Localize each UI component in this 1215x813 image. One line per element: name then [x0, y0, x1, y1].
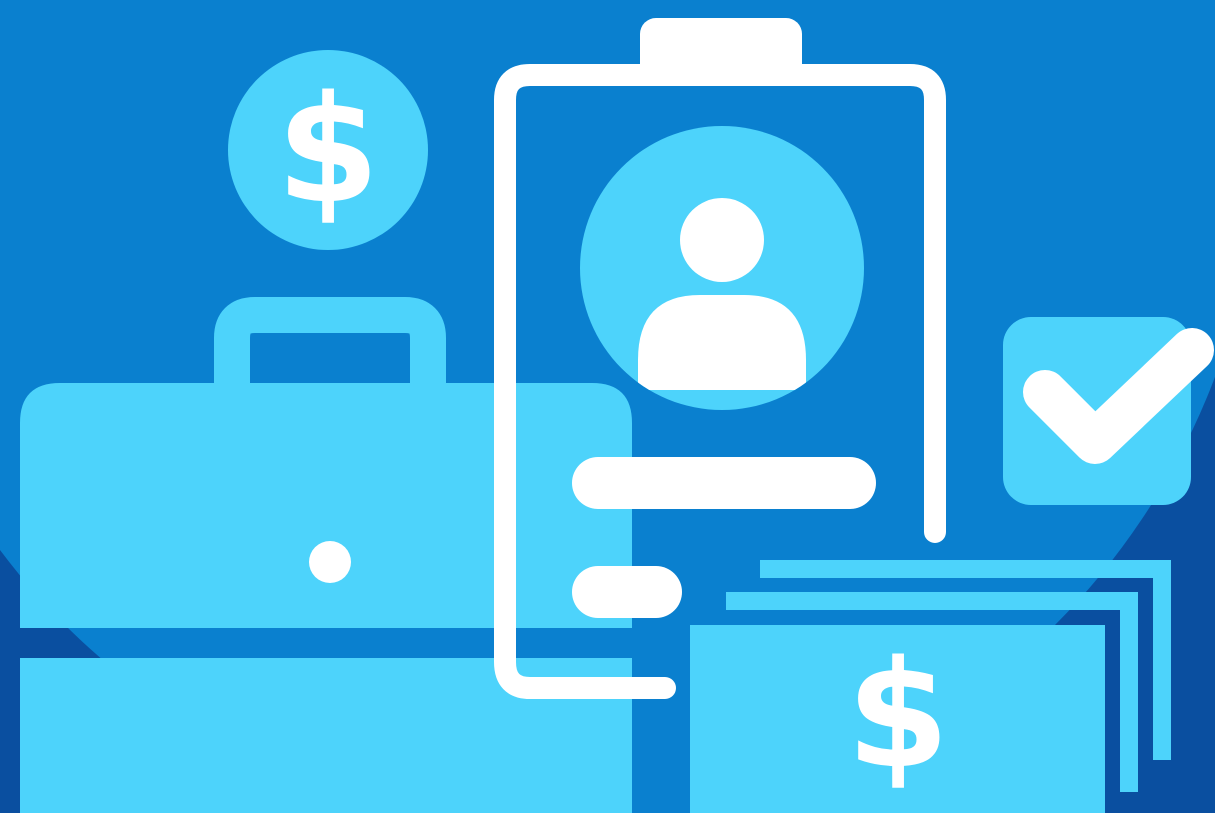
checkmark-icon	[1003, 317, 1214, 505]
illustration-canvas: $ $	[0, 0, 1215, 813]
briefcase-body-top	[20, 383, 632, 628]
hr-payroll-illustration: $ $	[0, 0, 1215, 813]
avatar-body	[638, 295, 806, 390]
briefcase-icon	[20, 297, 632, 813]
banknote-stack-icon: $	[690, 560, 1171, 813]
clipboard-line-2	[572, 566, 682, 618]
clipboard-line-1	[572, 457, 876, 509]
banknote-dollar-sign: $	[847, 629, 950, 801]
avatar-head	[680, 198, 764, 282]
coin-dollar-sign: $	[277, 64, 380, 236]
user-avatar-icon	[580, 126, 864, 410]
dollar-coin-icon: $	[228, 50, 428, 250]
briefcase-lock	[309, 541, 351, 583]
